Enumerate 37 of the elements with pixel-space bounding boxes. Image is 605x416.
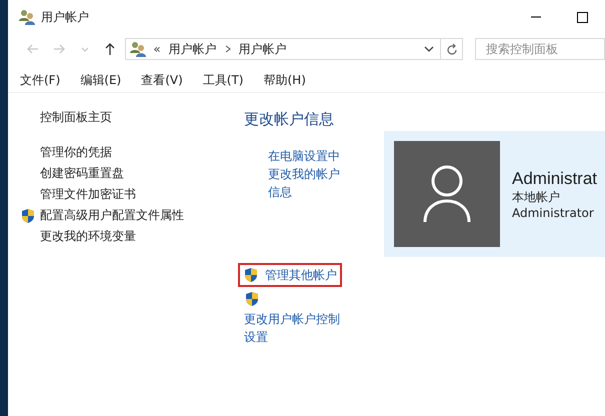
- users-icon: [18, 8, 36, 26]
- shield-icon: [243, 267, 259, 283]
- breadcrumb[interactable]: 用户帐户: [238, 40, 287, 58]
- users-icon: [129, 40, 148, 58]
- menu-item[interactable]: 帮助(H): [264, 72, 306, 88]
- search-field[interactable]: 搜索控制面板: [474, 38, 605, 60]
- shield-icon: [20, 208, 36, 224]
- menu-item[interactable]: 查看(V): [141, 72, 183, 88]
- menu-item[interactable]: 编辑(E): [80, 72, 122, 88]
- sidebar-link[interactable]: 管理文件加密证书: [40, 186, 136, 203]
- refresh-icon: [446, 42, 458, 56]
- overflow-chevron[interactable]: «: [153, 42, 161, 56]
- menu-item[interactable]: 文件(F): [20, 72, 60, 88]
- account-name: Administrat: [512, 168, 598, 188]
- sidebar-link[interactable]: 配置高级用户配置文件属性: [40, 207, 184, 224]
- shield-icon: [244, 291, 260, 307]
- task-link[interactable]: 管理其他帐户: [265, 266, 337, 284]
- caret-icon: [424, 45, 434, 53]
- sidebar-link[interactable]: 更改我的环境变量: [40, 228, 136, 245]
- sidebar-link[interactable]: 控制面板主页: [40, 109, 112, 126]
- refresh-button[interactable]: [441, 38, 463, 60]
- breadcrumb[interactable]: 用户帐户: [168, 40, 217, 58]
- chevron-icon: [224, 45, 231, 53]
- left-arrow-icon: [26, 42, 40, 56]
- menu-item[interactable]: 工具(T): [202, 72, 244, 88]
- account-type: 本地帐户: [512, 188, 561, 206]
- section-heading: 更改帐户信息: [244, 110, 335, 129]
- task-link[interactable]: 在电脑设置中更改我的帐户信息: [244, 147, 344, 201]
- address-bar[interactable]: « 用户帐户 用户帐户: [125, 38, 442, 60]
- sidebar-link[interactable]: 管理你的凭据: [40, 144, 112, 161]
- right-arrow-icon: [52, 42, 66, 56]
- sidebar-link[interactable]: 创建密码重置盘: [40, 165, 124, 182]
- window-title: 用户帐户: [41, 8, 89, 26]
- person-icon: [422, 164, 472, 224]
- account-role: Administrator: [512, 206, 595, 220]
- maximize-icon: [576, 12, 588, 22]
- task-link[interactable]: 更改用户帐户控制设置: [244, 310, 344, 346]
